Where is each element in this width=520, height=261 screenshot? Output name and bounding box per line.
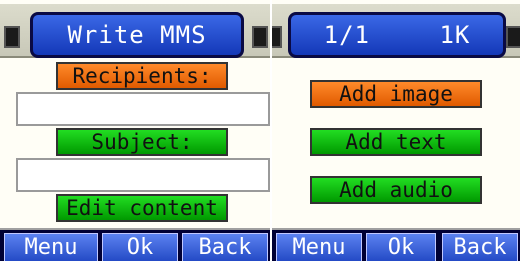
softkey-bar: Menu Ok Back [272, 228, 520, 261]
add-text-button[interactable]: Add text [310, 128, 482, 156]
left-scroll-indicator-icon [272, 26, 282, 48]
left-scroll-indicator-icon [4, 26, 20, 48]
add-audio-button[interactable]: Add audio [310, 176, 482, 204]
title-bar: 1/1 1K [272, 4, 520, 58]
add-image-button[interactable]: Add image [310, 80, 482, 108]
recipients-label[interactable]: Recipients: [56, 62, 228, 90]
right-scroll-indicator-icon [506, 26, 520, 48]
page-status: 1/1 1K [288, 12, 506, 58]
right-scroll-indicator-icon [252, 26, 268, 48]
page-counter: 1/1 [323, 21, 370, 49]
screen-title: Write MMS [30, 12, 244, 58]
ok-softkey[interactable]: Ok [366, 233, 436, 261]
write-mms-screen: Write MMS Recipients: Subject: Edit cont… [0, 0, 270, 261]
subject-field[interactable] [16, 158, 270, 192]
title-bar: Write MMS [0, 4, 270, 58]
softkey-bar: Menu Ok Back [0, 228, 270, 261]
ok-softkey[interactable]: Ok [102, 233, 178, 261]
back-softkey[interactable]: Back [442, 233, 518, 261]
back-softkey[interactable]: Back [182, 233, 268, 261]
message-size: 1K [439, 21, 471, 49]
menu-softkey[interactable]: Menu [4, 233, 98, 261]
subject-label[interactable]: Subject: [56, 128, 228, 156]
menu-softkey[interactable]: Menu [276, 233, 362, 261]
edit-content-button[interactable]: Edit content [56, 194, 228, 222]
recipients-field[interactable] [16, 92, 270, 126]
mms-editor-screen: 1/1 1K Add image Add text Add audio Menu… [272, 0, 520, 261]
